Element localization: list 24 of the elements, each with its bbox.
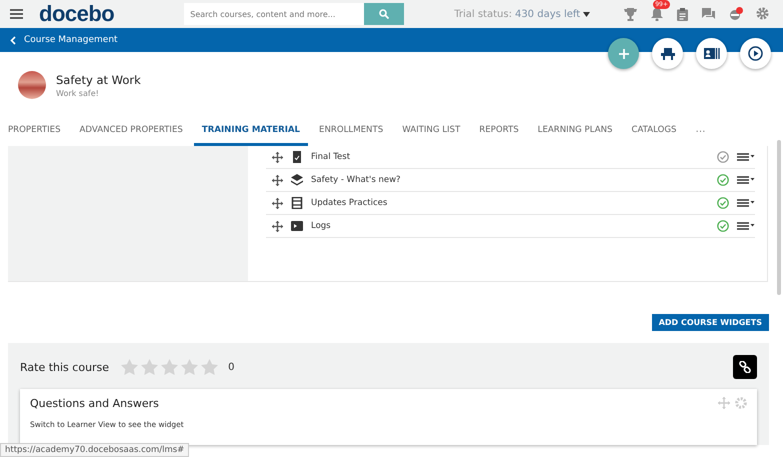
add-course-widgets-button[interactable]: ADD COURSE WIDGETS (652, 314, 769, 331)
material-title[interactable]: Final Test (311, 152, 709, 162)
trial-status-value[interactable]: 430 days left (514, 8, 580, 20)
tab[interactable]: PROPERTIES (0, 116, 69, 146)
rating-label: Rate this course (20, 360, 110, 374)
material-title[interactable]: Updates Practices (311, 198, 709, 208)
tab[interactable]: ENROLLMENTS (311, 116, 392, 146)
back-link[interactable]: Course Management (10, 35, 118, 45)
rating-count: 0 (228, 362, 234, 372)
material-title[interactable]: Logs (311, 221, 709, 231)
course-subtitle: Work safe! (56, 88, 100, 98)
tab[interactable]: REPORTS (471, 116, 527, 146)
material-title[interactable]: Safety - What's new? (311, 175, 709, 185)
more-tabs-button[interactable]: ··· (688, 116, 714, 146)
tab[interactable]: WAITING LIST (394, 116, 468, 146)
logo[interactable]: docebo (39, 1, 114, 27)
tab[interactable]: LEARNING PLANS (530, 116, 620, 146)
search-field[interactable]: Search courses, content and more... (184, 3, 364, 25)
widget-title: Questions and Answers (30, 397, 160, 410)
status-url: https://academy70.docebosaas.com/lms# (0, 443, 190, 457)
trial-status-label: Trial status: (454, 8, 512, 20)
tab[interactable]: ADVANCED PROPERTIES (72, 116, 191, 146)
course-title: Safety at Work (56, 72, 141, 86)
tab[interactable]: CATALOGS (623, 116, 684, 146)
